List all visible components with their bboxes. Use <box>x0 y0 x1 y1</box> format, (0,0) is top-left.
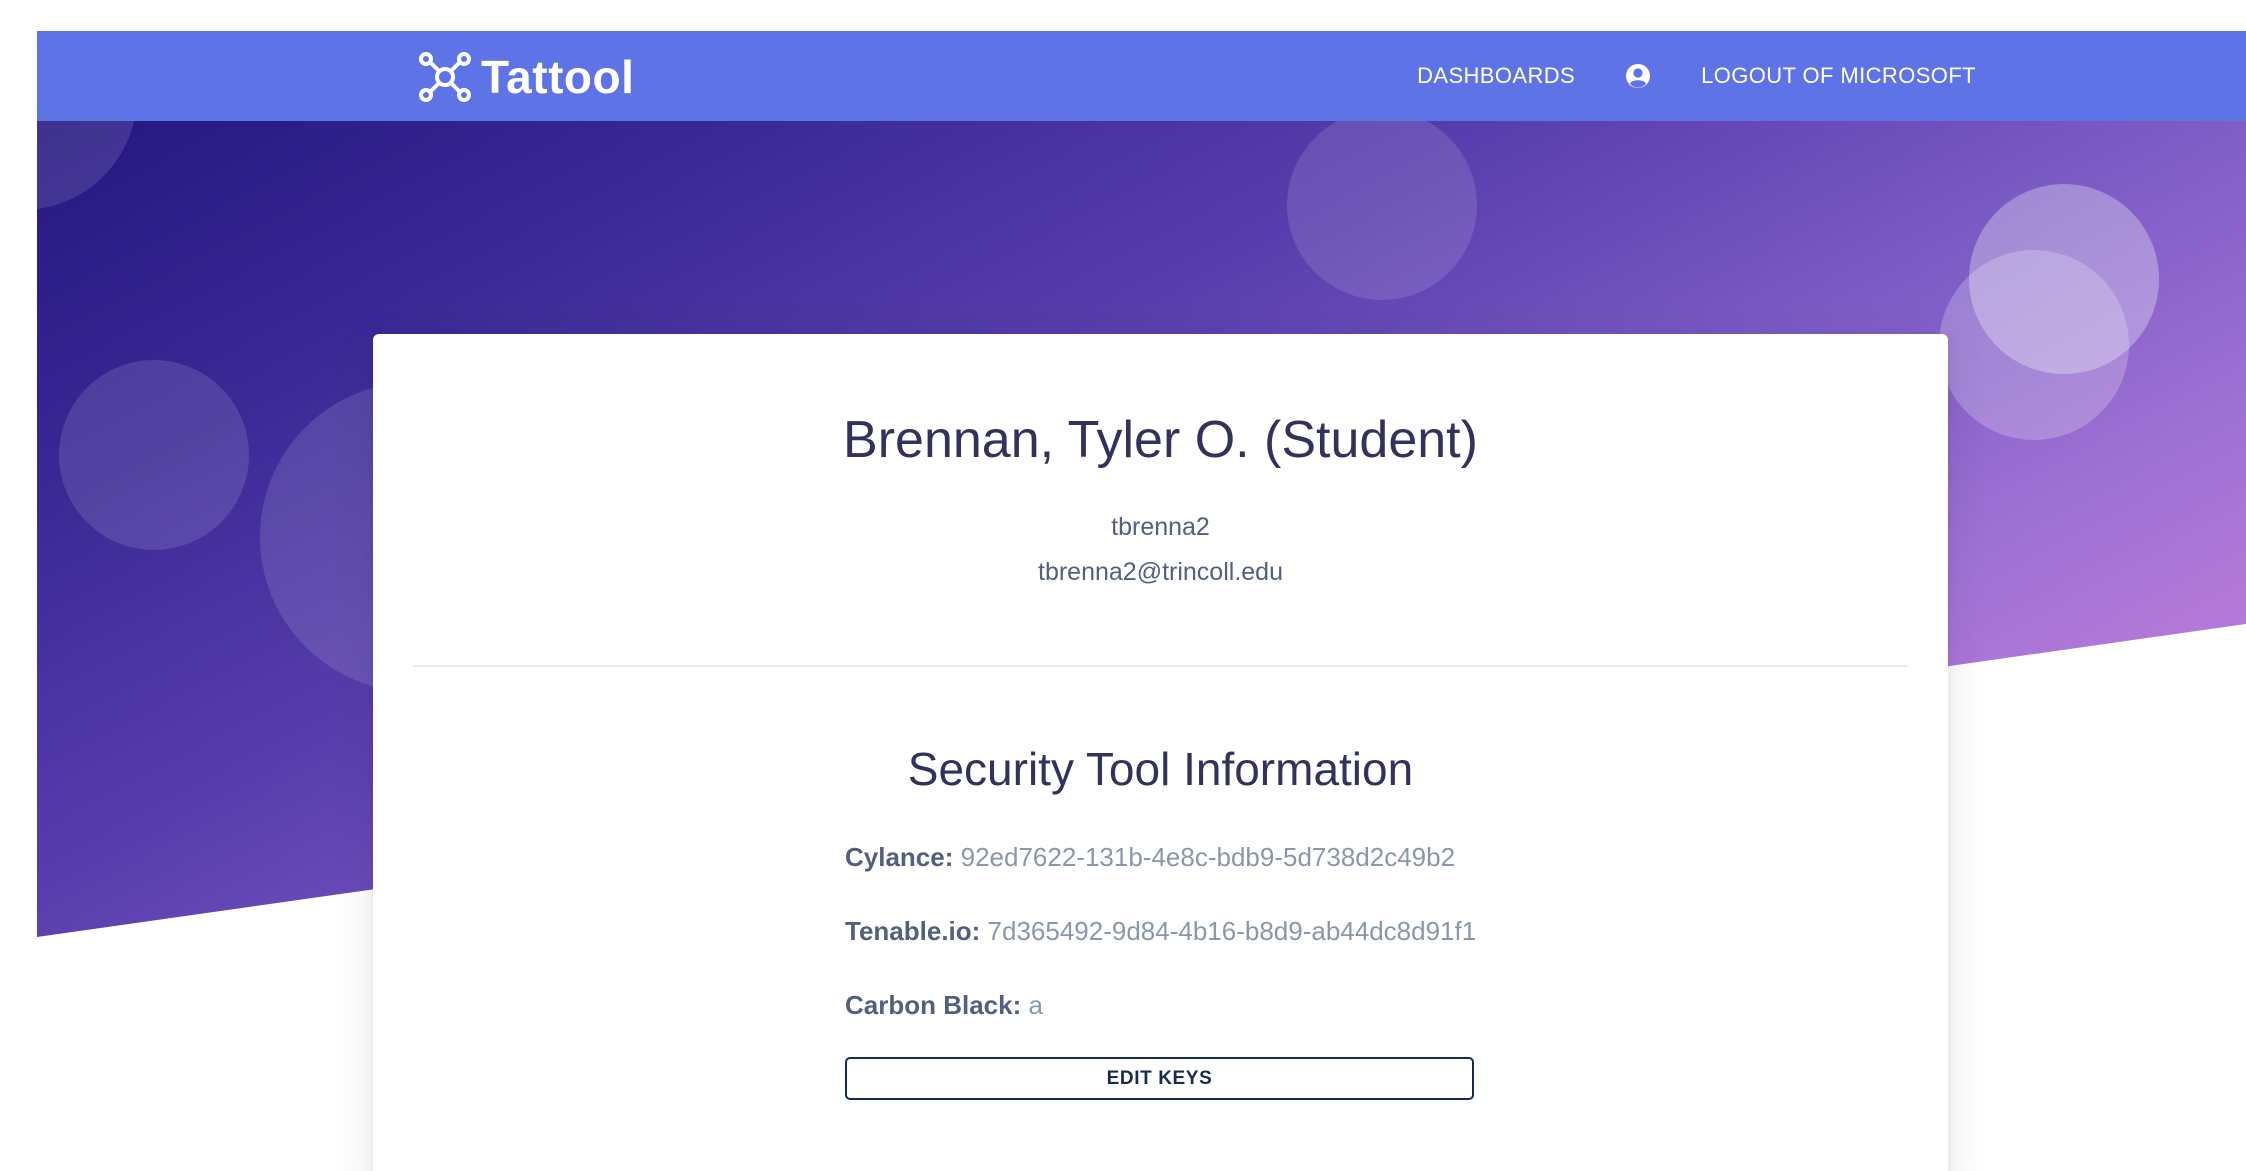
edit-keys-button[interactable]: EDIT KEYS <box>845 1057 1474 1100</box>
profile-card: Brennan, Tyler O. (Student) tbrenna2 tbr… <box>373 334 1948 1171</box>
key-value: 92ed7622-131b-4e8c-bdb9-5d738d2c49b2 <box>960 842 1456 872</box>
key-row-carbon-black: Carbon Black: a <box>845 990 1043 1021</box>
section-divider <box>413 665 1908 667</box>
profile-username: tbrenna2 <box>1111 513 1210 541</box>
decorative-circle <box>37 120 137 210</box>
key-label: Carbon Black: <box>845 990 1022 1020</box>
decorative-circle <box>59 360 249 550</box>
logout-link[interactable]: LOGOUT OF MICROSOFT <box>1701 63 1976 89</box>
brand-logo[interactable]: Tattool <box>417 49 634 105</box>
decorative-circle <box>1969 184 2159 374</box>
security-section-title: Security Tool Information <box>907 743 1414 795</box>
nav-dashboards-link[interactable]: DASHBOARDS <box>1417 63 1575 89</box>
key-label: Tenable.io: <box>845 916 981 946</box>
page: Tattool DASHBOARDS LOGOUT OF MICROSOFT B… <box>0 0 2246 1171</box>
nav-links: DASHBOARDS LOGOUT OF MICROSOFT <box>1417 31 1976 121</box>
key-label: Cylance: <box>845 842 954 872</box>
brand-name: Tattool <box>481 51 635 103</box>
profile-name: Brennan, Tyler O. (Student) <box>843 411 1478 469</box>
key-value: a <box>1028 990 1043 1020</box>
top-navbar: Tattool DASHBOARDS LOGOUT OF MICROSOFT <box>37 31 2246 121</box>
profile-email: tbrenna2@trincoll.edu <box>1038 558 1283 586</box>
key-row-tenable: Tenable.io: 7d365492-9d84-4b16-b8d9-ab44… <box>845 916 1476 947</box>
molecule-icon <box>419 52 471 102</box>
key-value: 7d365492-9d84-4b16-b8d9-ab44dc8d91f1 <box>987 916 1477 946</box>
user-circle-icon[interactable] <box>1625 63 1651 89</box>
key-row-cylance: Cylance: 92ed7622-131b-4e8c-bdb9-5d738d2… <box>845 842 1455 873</box>
decorative-circle <box>1287 120 1477 300</box>
